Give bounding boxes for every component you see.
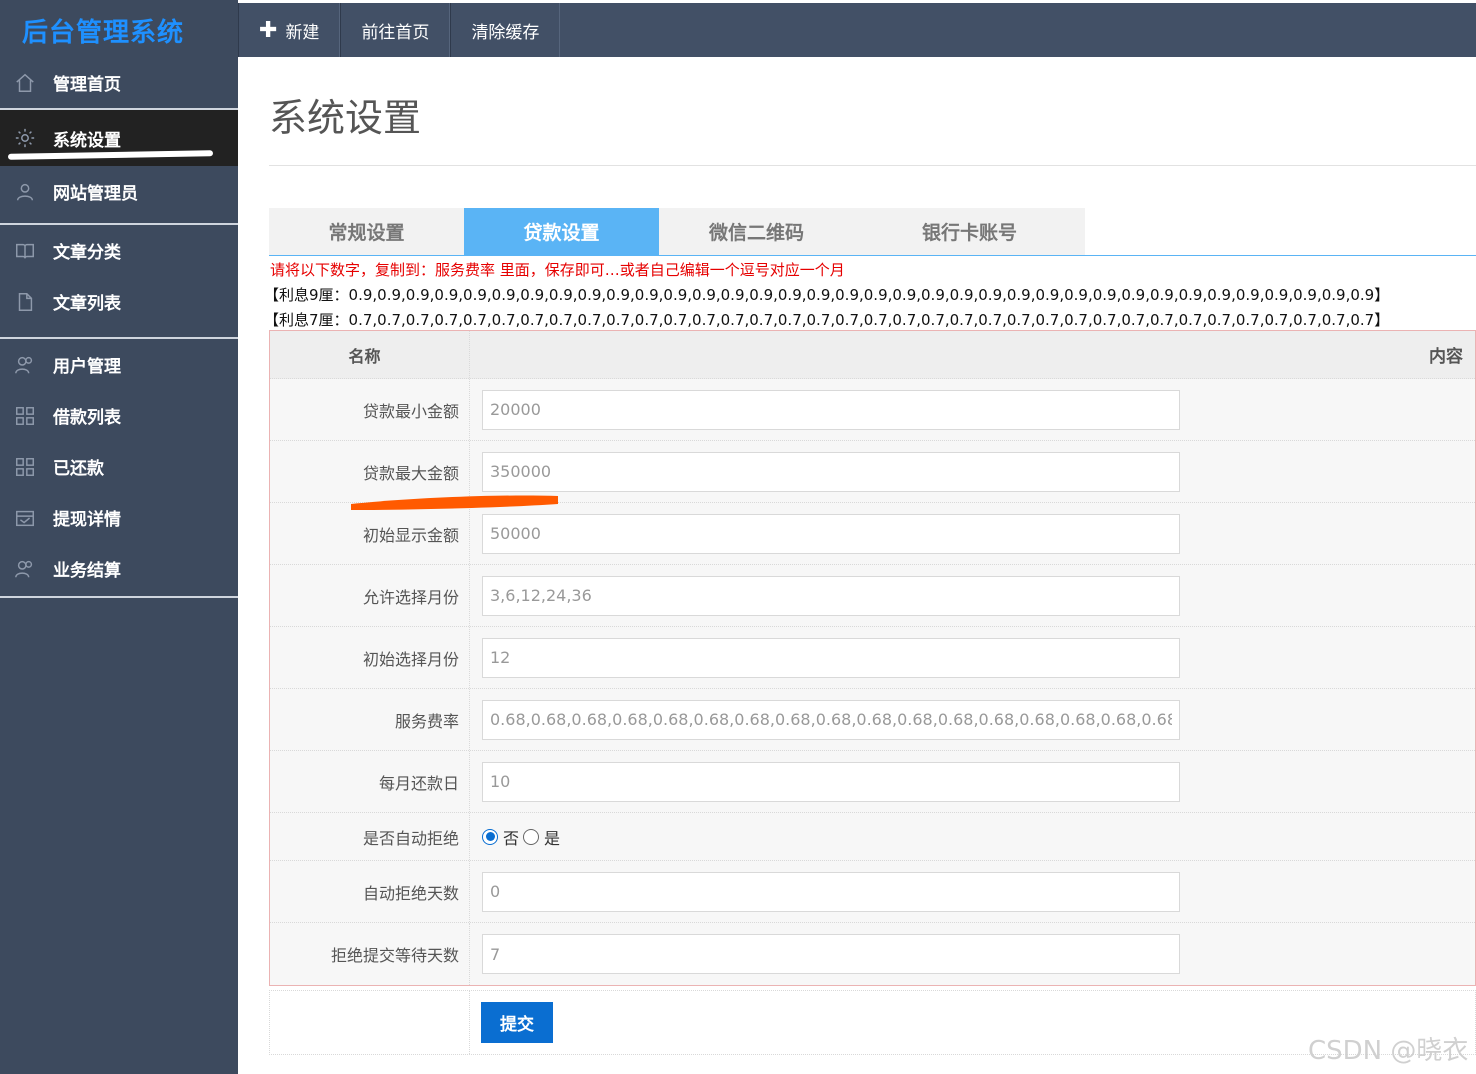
table-row: 初始显示金额 xyxy=(270,503,1475,565)
field-label: 初始显示金额 xyxy=(270,503,470,564)
home-icon xyxy=(12,70,38,96)
new-button-label: 新建 xyxy=(285,22,320,43)
sidebar-item-repaid[interactable]: 已还款 xyxy=(0,441,238,492)
app-logo: 后台管理系统 xyxy=(0,0,238,57)
sidebar-item-label: 系统设置 xyxy=(53,130,121,151)
table-row: 每月还款日 xyxy=(270,751,1475,813)
notice-instruction: 请将以下数字，复制到：服务费率 里面，保存即可…或者自己编辑一个逗号对应一个月 xyxy=(270,261,845,279)
field-label: 拒绝提交等待天数 xyxy=(270,923,470,985)
table-row: 是否自动拒绝 否 是 xyxy=(270,813,1475,861)
sidebar-item-label: 管理首页 xyxy=(53,75,121,95)
new-button[interactable]: ✚ 新建 xyxy=(238,3,341,57)
tab-bank-account[interactable]: 银行卡账号 xyxy=(854,208,1085,255)
service-rate-input[interactable] xyxy=(482,699,1180,740)
loan-settings-table: 名称 内容 贷款最小金额 贷款最大金额 初始显示金额 允许选择月份 初始选择月份… xyxy=(269,330,1476,986)
rate-notice: 请将以下数字，复制到：服务费率 里面，保存即可…或者自己编辑一个逗号对应一个月 … xyxy=(264,258,1389,333)
sidebar-item-article-list[interactable]: 文章列表 xyxy=(0,276,238,327)
reject-wait-days-input[interactable] xyxy=(482,934,1180,974)
table-header: 名称 内容 xyxy=(270,331,1475,379)
sidebar-item-label: 业务结算 xyxy=(53,561,121,581)
allowed-months-input[interactable] xyxy=(482,575,1180,616)
actions-spacer xyxy=(270,991,470,1054)
sidebar-item-label: 文章列表 xyxy=(53,294,121,314)
radio-label: 是 xyxy=(544,828,561,848)
watermark: CSDN @晓衣 xyxy=(1308,1036,1469,1066)
annotation-underline xyxy=(351,495,558,510)
tab-wechat-qr[interactable]: 微信二维码 xyxy=(659,208,854,255)
settings-tabs: 常规设置 贷款设置 微信二维码 银行卡账号 xyxy=(269,208,1476,256)
table-row: 拒绝提交等待天数 xyxy=(270,923,1475,985)
max-amount-input[interactable] xyxy=(482,451,1180,492)
main-content: 系统设置 常规设置 贷款设置 微信二维码 银行卡账号 请将以下数字，复制到：服务… xyxy=(238,57,1476,1074)
sidebar-item-label: 用户管理 xyxy=(53,357,121,377)
card-icon xyxy=(12,505,38,531)
plus-icon: ✚ xyxy=(259,17,278,43)
table-row: 允许选择月份 xyxy=(270,565,1475,627)
sidebar-item-label: 已还款 xyxy=(53,459,104,479)
user-icon xyxy=(12,179,38,205)
auto-reject-radio-group: 否 是 xyxy=(482,825,560,849)
sidebar-item-withdrawals[interactable]: 提现详情 xyxy=(0,492,238,543)
header-content: 内容 xyxy=(1429,347,1463,367)
divider xyxy=(269,165,1476,166)
sidebar-item-article-category[interactable]: 文章分类 xyxy=(0,225,238,276)
sidebar-item-label: 提现详情 xyxy=(53,510,121,530)
sidebar: 后台管理系统 管理首页 系统设置 网站管理员 文章分类 文章列表 用户管理 借款… xyxy=(0,0,238,1074)
min-amount-input[interactable] xyxy=(482,389,1180,430)
field-label: 是否自动拒绝 xyxy=(270,813,470,860)
field-label: 自动拒绝天数 xyxy=(270,861,470,922)
field-label: 初始选择月份 xyxy=(270,627,470,688)
radio-label: 否 xyxy=(503,828,520,848)
field-label: 贷款最小金额 xyxy=(270,379,470,440)
sidebar-item-admin[interactable]: 网站管理员 xyxy=(0,166,238,217)
clear-cache-button[interactable]: 清除缓存 xyxy=(450,3,561,57)
tab-general[interactable]: 常规设置 xyxy=(269,208,464,255)
notice-rate9: 【利息9厘：0.9,0.9,0.9,0.9,0.9,0.9,0.9,0.9,0.… xyxy=(264,286,1390,304)
initial-month-input[interactable] xyxy=(482,637,1180,678)
grid-icon xyxy=(12,403,38,429)
file-icon xyxy=(12,289,38,315)
field-label: 服务费率 xyxy=(270,689,470,750)
top-toolbar: ✚ 新建 前往首页 清除缓存 xyxy=(238,3,1476,57)
auto-reject-yes-radio[interactable] xyxy=(523,828,540,845)
table-row: 贷款最小金额 xyxy=(270,379,1475,441)
table-row: 服务费率 xyxy=(270,689,1475,751)
sidebar-item-loans[interactable]: 借款列表 xyxy=(0,390,238,441)
form-actions: 提交 xyxy=(269,990,1476,1055)
gear-icon xyxy=(12,125,38,151)
header-name: 名称 xyxy=(270,331,470,378)
table-row: 自动拒绝天数 xyxy=(270,861,1475,923)
field-label: 允许选择月份 xyxy=(270,565,470,626)
sidebar-item-label: 文章分类 xyxy=(53,243,121,263)
auto-reject-days-input[interactable] xyxy=(482,871,1180,912)
book-icon xyxy=(12,238,38,264)
sidebar-item-settlement[interactable]: 业务结算 xyxy=(0,543,238,594)
initial-amount-input[interactable] xyxy=(482,513,1180,554)
page-title: 系统设置 xyxy=(269,96,422,140)
sidebar-item-users[interactable]: 用户管理 xyxy=(0,339,238,390)
sidebar-item-home[interactable]: 管理首页 xyxy=(0,57,238,108)
field-label: 每月还款日 xyxy=(270,751,470,812)
table-row: 初始选择月份 xyxy=(270,627,1475,689)
users-icon xyxy=(12,556,38,582)
repay-day-input[interactable] xyxy=(482,761,1180,802)
auto-reject-no-radio[interactable] xyxy=(482,828,498,845)
users-icon xyxy=(12,352,38,378)
submit-button[interactable]: 提交 xyxy=(481,1002,553,1043)
goto-home-button[interactable]: 前往首页 xyxy=(340,3,451,57)
tab-loan[interactable]: 贷款设置 xyxy=(464,208,659,255)
sidebar-item-label: 网站管理员 xyxy=(53,184,138,204)
divider xyxy=(0,596,238,598)
sidebar-item-label: 借款列表 xyxy=(53,408,121,428)
grid-icon xyxy=(12,454,38,480)
